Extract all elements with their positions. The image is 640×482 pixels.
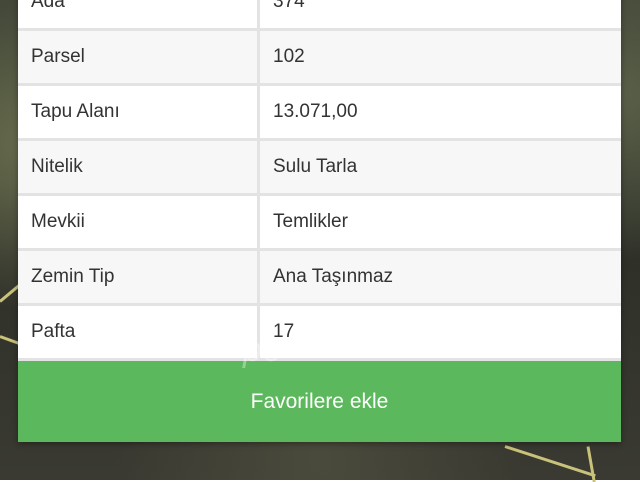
parcel-boundary-line [586, 446, 596, 482]
table-row-zemin-tip: Zemin Tip Ana Taşınmaz [18, 249, 621, 306]
row-value: Temlikler [258, 194, 621, 251]
row-label: Mevkii [18, 194, 260, 251]
row-label: Pafta [18, 304, 260, 361]
parcel-info-table: Ada 374 Parsel 102 Tapu Alanı 13.071,00 … [18, 0, 621, 361]
table-row-tapu-alani: Tapu Alanı 13.071,00 [18, 84, 621, 141]
row-value: 374 [258, 0, 621, 31]
row-value: Ana Taşınmaz [258, 249, 621, 306]
row-value: 13.071,00 [258, 84, 621, 141]
parcel-info-panel: Ada 374 Parsel 102 Tapu Alanı 13.071,00 … [18, 0, 621, 442]
table-row-parsel: Parsel 102 [18, 29, 621, 86]
table-row-ada: Ada 374 [18, 0, 621, 31]
table-row-mevkii: Mevkii Temlikler [18, 194, 621, 251]
add-to-favorites-button[interactable]: Favorilere ekle [18, 361, 621, 442]
add-to-favorites-label: Favorilere ekle [250, 389, 389, 413]
table-row-pafta: Pafta 17 [18, 304, 621, 361]
row-label: Tapu Alanı [18, 84, 260, 141]
row-label: Parsel [18, 29, 260, 86]
row-value: 102 [258, 29, 621, 86]
watermark-logo: pe [243, 331, 283, 369]
table-row-nitelik: Nitelik Sulu Tarla [18, 139, 621, 196]
row-value: 17 [258, 304, 621, 361]
row-value: Sulu Tarla [258, 139, 621, 196]
row-label: Zemin Tip [18, 249, 260, 306]
row-label: Nitelik [18, 139, 260, 196]
parcel-boundary-line [504, 445, 596, 478]
row-label: Ada [18, 0, 260, 31]
